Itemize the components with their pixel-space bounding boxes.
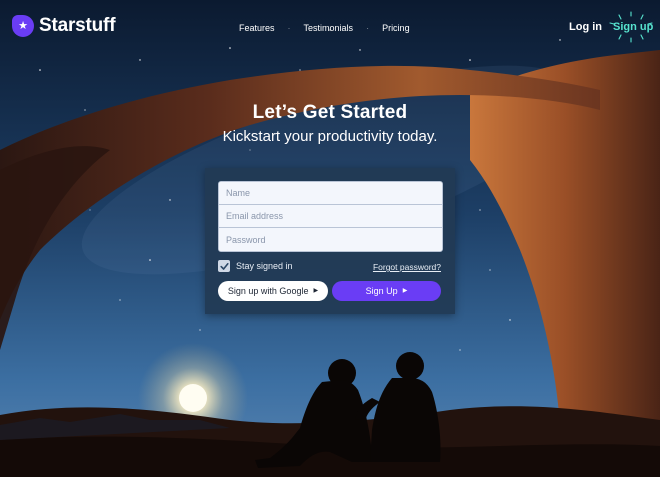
nav-divider: · (366, 23, 370, 33)
play-arrow-icon: ▶ (402, 288, 408, 294)
signup-button-label: Sign Up (365, 286, 398, 296)
stay-signed-in-label: Stay signed in (236, 261, 293, 271)
star-icon: ★ (12, 15, 34, 37)
forgot-password-link[interactable]: Forgot password? (373, 262, 441, 272)
password-input[interactable] (219, 228, 442, 251)
top-nav: ★ Starstuff Features · Testimonials · Pr… (0, 0, 660, 56)
signup-link[interactable]: Sign up (613, 21, 653, 33)
nav-link-features[interactable]: Features (239, 23, 275, 33)
nav-links: Features · Testimonials · Pricing (239, 23, 410, 33)
email-input[interactable] (219, 205, 442, 228)
signup-button[interactable]: Sign Up ▶ (332, 281, 441, 301)
nav-divider: · (287, 23, 291, 33)
input-group (218, 181, 443, 252)
google-signup-button[interactable]: Sign up with Google ▶ (218, 281, 328, 301)
play-arrow-icon: ▶ (313, 288, 319, 294)
google-signup-label: Sign up with Google (227, 286, 309, 296)
brand-name: Starstuff (39, 15, 116, 36)
name-input[interactable] (219, 182, 442, 205)
checkbox-checked-icon[interactable] (218, 260, 230, 272)
stay-signed-in-checkbox[interactable]: Stay signed in (218, 260, 293, 272)
login-link[interactable]: Log in (569, 21, 602, 33)
signup-form-card: Stay signed in Forgot password? Sign up … (205, 168, 455, 314)
hero-title: Let’s Get Started (252, 102, 408, 123)
nav-link-pricing[interactable]: Pricing (382, 23, 410, 33)
brand-logo[interactable]: ★ Starstuff (12, 15, 116, 37)
nav-link-testimonials[interactable]: Testimonials (304, 23, 354, 33)
hero-subtitle: Kickstart your productivity today. (222, 128, 438, 145)
